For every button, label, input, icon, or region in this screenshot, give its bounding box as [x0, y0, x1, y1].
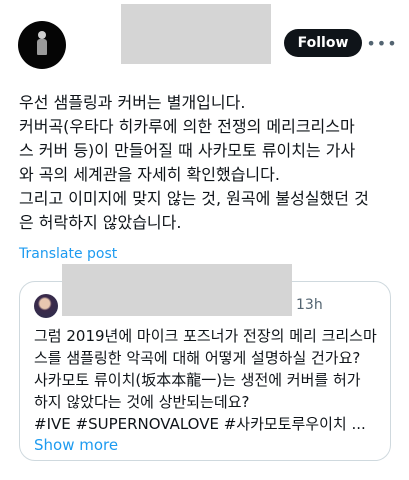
post-line: 그리고 이미지에 맞지 않는 것, 원곡에 불성실했던 것: [19, 189, 369, 208]
post-body: 우선 샘플링과 커버는 별개입니다. 커버곡(우타다 히카루에 의한 전쟁의 메…: [19, 91, 391, 235]
post-line: 은 허락하지 않았습니다.: [19, 213, 182, 232]
quoted-line: 사카모토 류이치(坂本本龍一)는 생전에 커버를 허가: [34, 371, 361, 389]
more-horizontal-icon[interactable]: •••: [366, 33, 396, 53]
translate-post-link[interactable]: Translate post: [19, 246, 117, 262]
redacted-quoted-author-name: [62, 264, 292, 316]
show-more-link[interactable]: Show more: [34, 436, 118, 454]
author-avatar[interactable]: [18, 21, 66, 69]
quoted-post-card[interactable]: 13h 그럼 2019년에 마이크 포즈너가 전장의 메리 크리스마 스를 샘플…: [19, 264, 391, 461]
redacted-author-name: [121, 4, 271, 64]
post-line: 와 곡의 세계관을 자세히 확인했습니다.: [19, 165, 280, 184]
quoted-post-timestamp: 13h: [296, 297, 323, 313]
quoted-line: 그럼 2019년에 마이크 포즈너가 전장의 메리 크리스마: [34, 327, 377, 345]
avatar-figure-head: [38, 31, 46, 39]
follow-button[interactable]: Follow: [284, 29, 362, 57]
quoted-author-avatar: [34, 294, 58, 318]
post-line: 우선 샘플링과 커버는 별개입니다.: [19, 93, 246, 112]
quoted-line: 스를 샘플링한 악곡에 대해 어떻게 설명하실 건가요?: [34, 349, 361, 367]
quoted-line-hashtags[interactable]: #IVE #SUPERNOVALOVE #사카모토루우이치 ...: [34, 413, 380, 435]
quoted-line: 하지 않았다는 것에 상반되는데요?: [34, 393, 250, 411]
quoted-post-body: 그럼 2019년에 마이크 포즈너가 전장의 메리 크리스마 스를 샘플링한 악…: [34, 325, 380, 435]
avatar-figure-body: [37, 39, 47, 55]
post-line: 커버곡(우타다 히카루에 의한 전쟁의 메리크리스마: [19, 117, 355, 136]
post-line: 스 커버 등)이 만들어질 때 사카모토 류이치는 가사: [19, 141, 356, 160]
